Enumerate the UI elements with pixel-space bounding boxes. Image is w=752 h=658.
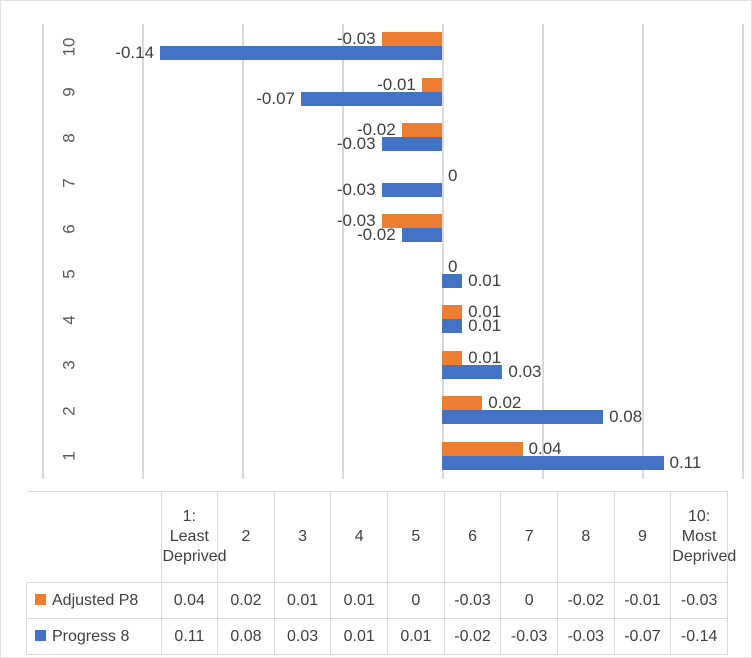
category-row: 7 0 -0.03 xyxy=(1,161,751,207)
category-axis-label: 4 xyxy=(59,315,79,325)
table-value-cell: 0.01 xyxy=(387,618,445,655)
bar-adjusted-p8[interactable] xyxy=(401,123,442,137)
category-axis-label: 1 xyxy=(59,451,79,461)
bar-value-label: 0.08 xyxy=(609,407,643,426)
category-axis-label: 6 xyxy=(59,224,79,234)
category-row: 8 -0.02 -0.03 xyxy=(1,115,751,161)
bar-value-label: -0.07 xyxy=(256,88,296,108)
category-row: 9 -0.01 -0.07 xyxy=(1,70,751,116)
category-axis-label: 3 xyxy=(59,360,79,370)
table-column-header: 2 xyxy=(217,491,275,583)
category-axis-label: 8 xyxy=(59,133,79,143)
chart-container: 1 0.04 0.11 2 0.02 0.08 3 0.01 0.03 4 0.01 0.01 5 0 0.… xyxy=(0,0,752,658)
bar-adjusted-p8[interactable] xyxy=(442,396,483,410)
table-column-header: 5 xyxy=(387,491,445,583)
bar-progress-8[interactable] xyxy=(442,364,503,379)
legend-series-label: Progress 8 xyxy=(52,627,130,645)
table-value-cell: -0.02 xyxy=(443,618,502,655)
bar-progress-8[interactable] xyxy=(160,46,442,60)
bar-adjusted-p8[interactable] xyxy=(442,305,463,319)
bar-adjusted-p8[interactable] xyxy=(421,77,442,92)
table-corner-cell xyxy=(26,491,161,583)
table-value-cell: -0.03 xyxy=(443,582,502,619)
table-series-legend-cell: Progress 8 xyxy=(26,618,162,655)
table-value-cell: 0.08 xyxy=(217,618,275,655)
category-row: 3 0.01 0.03 xyxy=(1,343,751,389)
bar-progress-8[interactable] xyxy=(381,182,442,197)
table-column-header: 6 xyxy=(443,491,502,583)
bar-value-label: -0.03 xyxy=(336,134,376,153)
table-row: Progress 8 0.11 0.08 0.03 0.01 0.01 -0.02 -0.03… xyxy=(26,618,728,655)
bar-progress-8[interactable] xyxy=(401,228,442,242)
bar-value-label: 0.01 xyxy=(468,270,502,290)
category-axis-label: 7 xyxy=(59,178,79,188)
bar-value-label: -0.02 xyxy=(356,225,396,244)
table-column-header: 8 xyxy=(556,491,615,583)
table-value-cell: -0.03 xyxy=(556,618,615,655)
bar-value-label: 0 xyxy=(448,165,458,185)
table-column-header: 10: Most Deprived xyxy=(670,491,736,583)
bar-progress-8[interactable] xyxy=(442,273,463,288)
table-value-cell: 0.01 xyxy=(330,618,389,655)
bar-adjusted-p8[interactable] xyxy=(442,350,463,365)
table-value-cell: 0.01 xyxy=(273,582,332,619)
category-axis-label: 10 xyxy=(59,37,79,57)
category-axis-label: 5 xyxy=(59,269,79,279)
category-row: 1 0.04 0.11 xyxy=(1,434,751,480)
table-header-row: 1: Least Deprived 2 3 4 5 6 7 8 9 10: Most Depriv… xyxy=(26,491,736,583)
table-column-header: 7 xyxy=(500,491,558,583)
table-value-cell: -0.02 xyxy=(556,582,615,619)
category-row: 6 -0.03 -0.02 xyxy=(1,206,751,252)
table-value-cell: 0.03 xyxy=(273,618,332,655)
table-value-cell: -0.03 xyxy=(500,618,558,655)
bar-progress-8[interactable] xyxy=(301,91,442,106)
table-value-cell: -0.01 xyxy=(613,582,672,619)
plot-area: 1 0.04 0.11 2 0.02 0.08 3 0.01 0.03 4 0.01 0.01 5 0 0.… xyxy=(1,1,751,486)
category-row: 2 0.02 0.08 xyxy=(1,388,751,434)
bar-adjusted-p8[interactable] xyxy=(442,441,523,456)
table-column-header: 1: Least Deprived xyxy=(160,491,227,583)
table-value-cell: 0.04 xyxy=(160,582,219,619)
category-axis-label: 2 xyxy=(59,406,79,416)
table-value-cell: -0.14 xyxy=(670,618,728,655)
bar-progress-8[interactable] xyxy=(442,410,604,424)
table-column-header: 4 xyxy=(330,491,389,583)
table-value-cell: 0.11 xyxy=(160,618,219,655)
legend-series-label: Adjusted P8 xyxy=(52,591,139,609)
table-column-header: 9 xyxy=(613,491,672,583)
bar-progress-8[interactable] xyxy=(381,137,442,151)
category-row: 4 0.01 0.01 xyxy=(1,297,751,343)
table-value-cell: -0.07 xyxy=(613,618,672,655)
table-value-cell: -0.03 xyxy=(670,582,728,619)
bar-adjusted-p8[interactable] xyxy=(381,32,442,46)
legend-swatch-blue-icon xyxy=(35,629,46,641)
bar-value-label: 0.11 xyxy=(669,452,702,472)
category-axis-label: 9 xyxy=(59,87,79,97)
table-column-header: 3 xyxy=(273,491,332,583)
chart-data-table: 1: Least Deprived 2 3 4 5 6 7 8 9 10: Most Depriv… xyxy=(26,491,736,655)
table-value-cell: 0.02 xyxy=(217,582,275,619)
table-value-cell: 0 xyxy=(387,582,445,619)
bar-series-group: 1 0.04 0.11 2 0.02 0.08 3 0.01 0.03 4 0.01 0.01 5 0 0.… xyxy=(1,24,751,480)
table-series-legend-cell: Adjusted P8 xyxy=(26,582,162,619)
bar-value-label: -0.03 xyxy=(336,179,376,199)
bar-value-label: 0.01 xyxy=(468,316,502,335)
table-value-cell: 0.01 xyxy=(330,582,389,619)
bar-progress-8[interactable] xyxy=(442,455,664,470)
table-row: Adjusted P8 0.04 0.02 0.01 0.01 0 -0.03 0 -0.02-… xyxy=(26,582,728,619)
bar-value-label: -0.14 xyxy=(115,43,155,62)
category-row: 5 0 0.01 xyxy=(1,252,751,298)
legend-swatch-orange-icon xyxy=(35,593,46,605)
table-value-cell: 0 xyxy=(500,582,558,619)
bar-progress-8[interactable] xyxy=(442,319,463,333)
category-row: 10 -0.03 -0.14 xyxy=(1,24,751,70)
bar-value-label: 0.03 xyxy=(508,361,542,381)
